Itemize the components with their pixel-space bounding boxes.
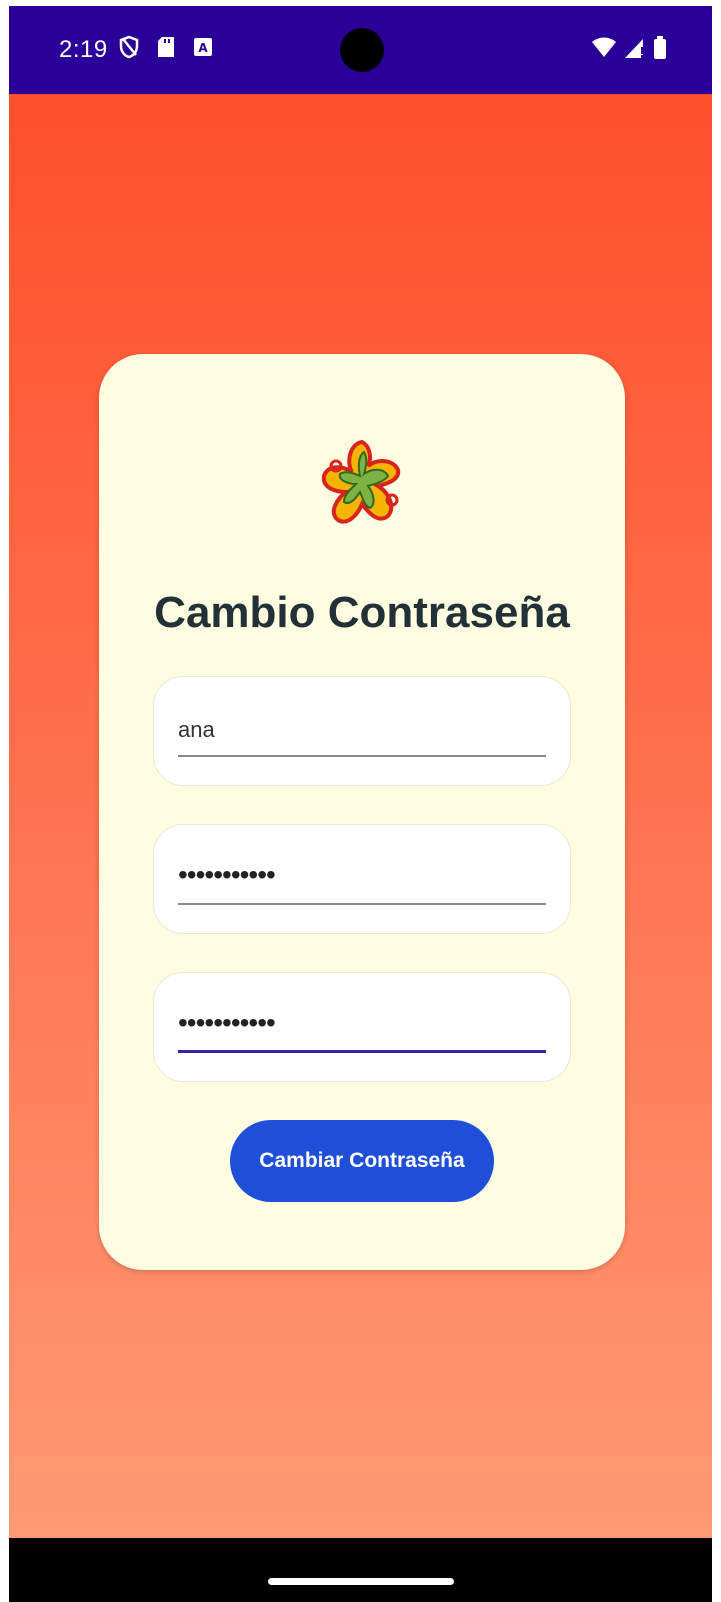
star-fruit-logo-icon [314, 436, 410, 532]
confirm-password-underline [178, 1050, 546, 1053]
new-password-field[interactable]: ••••••••••• [153, 824, 571, 934]
cell-signal-icon [623, 37, 647, 64]
status-left-icons: A [119, 35, 213, 64]
username-underline [178, 755, 546, 757]
confirm-password-value: ••••••••••• [178, 1007, 276, 1038]
app-background: Cambio Contraseña ana ••••••••••• ••••••… [9, 94, 712, 1538]
navigation-bar [9, 1538, 712, 1602]
confirm-password-field[interactable]: ••••••••••• [153, 972, 571, 1082]
shield-icon [119, 35, 139, 64]
status-right-icons [591, 36, 667, 65]
status-time: 2:19 [59, 36, 108, 63]
new-password-underline [178, 903, 546, 905]
password-change-card: Cambio Contraseña ana ••••••••••• ••••••… [99, 354, 625, 1270]
page-title: Cambio Contraseña [154, 588, 570, 637]
keyboard-a-icon: A [193, 37, 213, 62]
change-password-button[interactable]: Cambiar Contraseña [230, 1120, 494, 1202]
sd-card-icon [157, 36, 175, 63]
wifi-icon [591, 37, 617, 64]
svg-text:A: A [198, 41, 208, 55]
battery-icon [653, 36, 667, 65]
new-password-value: ••••••••••• [178, 859, 276, 890]
phone-screen: 2:19 A Cambio Contraseña ana •••••••••••… [9, 6, 712, 1602]
username-value: ana [178, 717, 215, 742]
username-field[interactable]: ana [153, 676, 571, 786]
status-bar: 2:19 A [9, 6, 712, 94]
home-indicator[interactable] [268, 1578, 454, 1585]
camera-cutout [340, 28, 384, 72]
